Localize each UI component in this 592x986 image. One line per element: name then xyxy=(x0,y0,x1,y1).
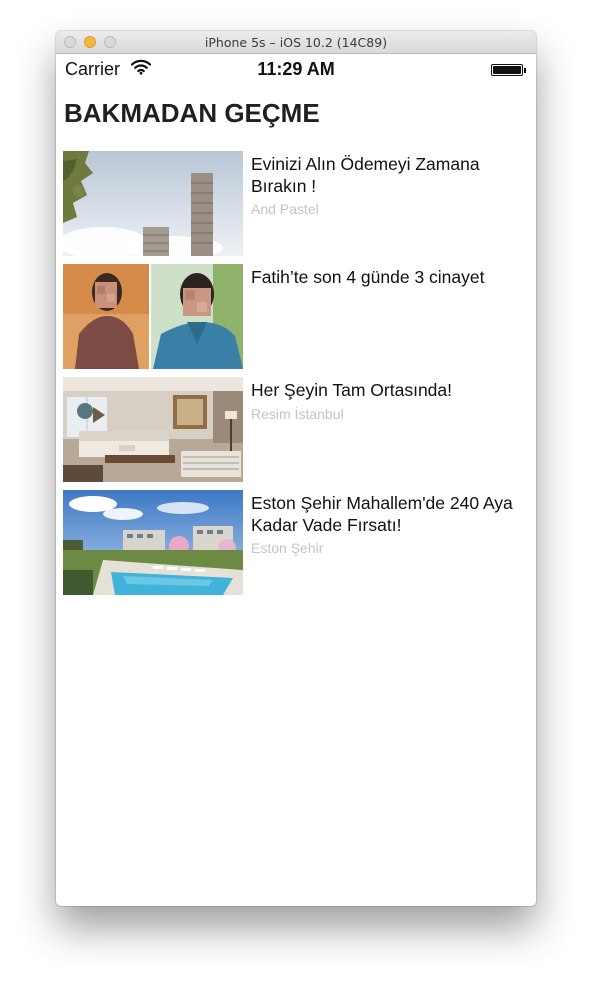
simulator-window: iPhone 5s – iOS 10.2 (14C89) Carrier 11:… xyxy=(56,31,536,906)
news-item[interactable]: Fatih’te son 4 günde 3 cinayet xyxy=(56,264,536,369)
news-title: Fatih’te son 4 günde 3 cinayet xyxy=(251,267,485,287)
news-item[interactable]: Her Şeyin Tam Ortasında! Resim İstanbul xyxy=(56,377,536,482)
news-item[interactable]: Evinizi Alın Ödemeyi Zamana Bırakın ! An… xyxy=(56,151,536,256)
pool-residence-photo xyxy=(63,490,243,595)
skyscrapers-photo xyxy=(63,151,243,256)
news-source: And Pastel xyxy=(251,201,319,217)
news-title: Evinizi Alın Ödemeyi Zamana Bırakın ! xyxy=(251,154,480,196)
battery-icon xyxy=(491,64,526,76)
status-bar: Carrier 11:29 AM xyxy=(56,54,536,84)
living-room-photo xyxy=(63,377,243,482)
news-source: Resim İstanbul xyxy=(251,406,344,422)
news-source: Eston Şehir xyxy=(251,540,324,556)
clock: 11:29 AM xyxy=(257,59,335,79)
blurred-faces-photo xyxy=(63,264,243,369)
window-title: iPhone 5s – iOS 10.2 (14C89) xyxy=(204,35,388,50)
title-bar[interactable]: iPhone 5s – iOS 10.2 (14C89) xyxy=(56,31,536,54)
news-title: Eston Şehir Mahallem'de 240 Aya Kadar Va… xyxy=(251,493,513,535)
news-title: Her Şeyin Tam Ortasında! xyxy=(251,380,453,400)
news-item[interactable]: Eston Şehir Mahallem'de 240 Aya Kadar Va… xyxy=(56,490,536,595)
section-title: BAKMADAN GEÇME xyxy=(64,98,320,128)
